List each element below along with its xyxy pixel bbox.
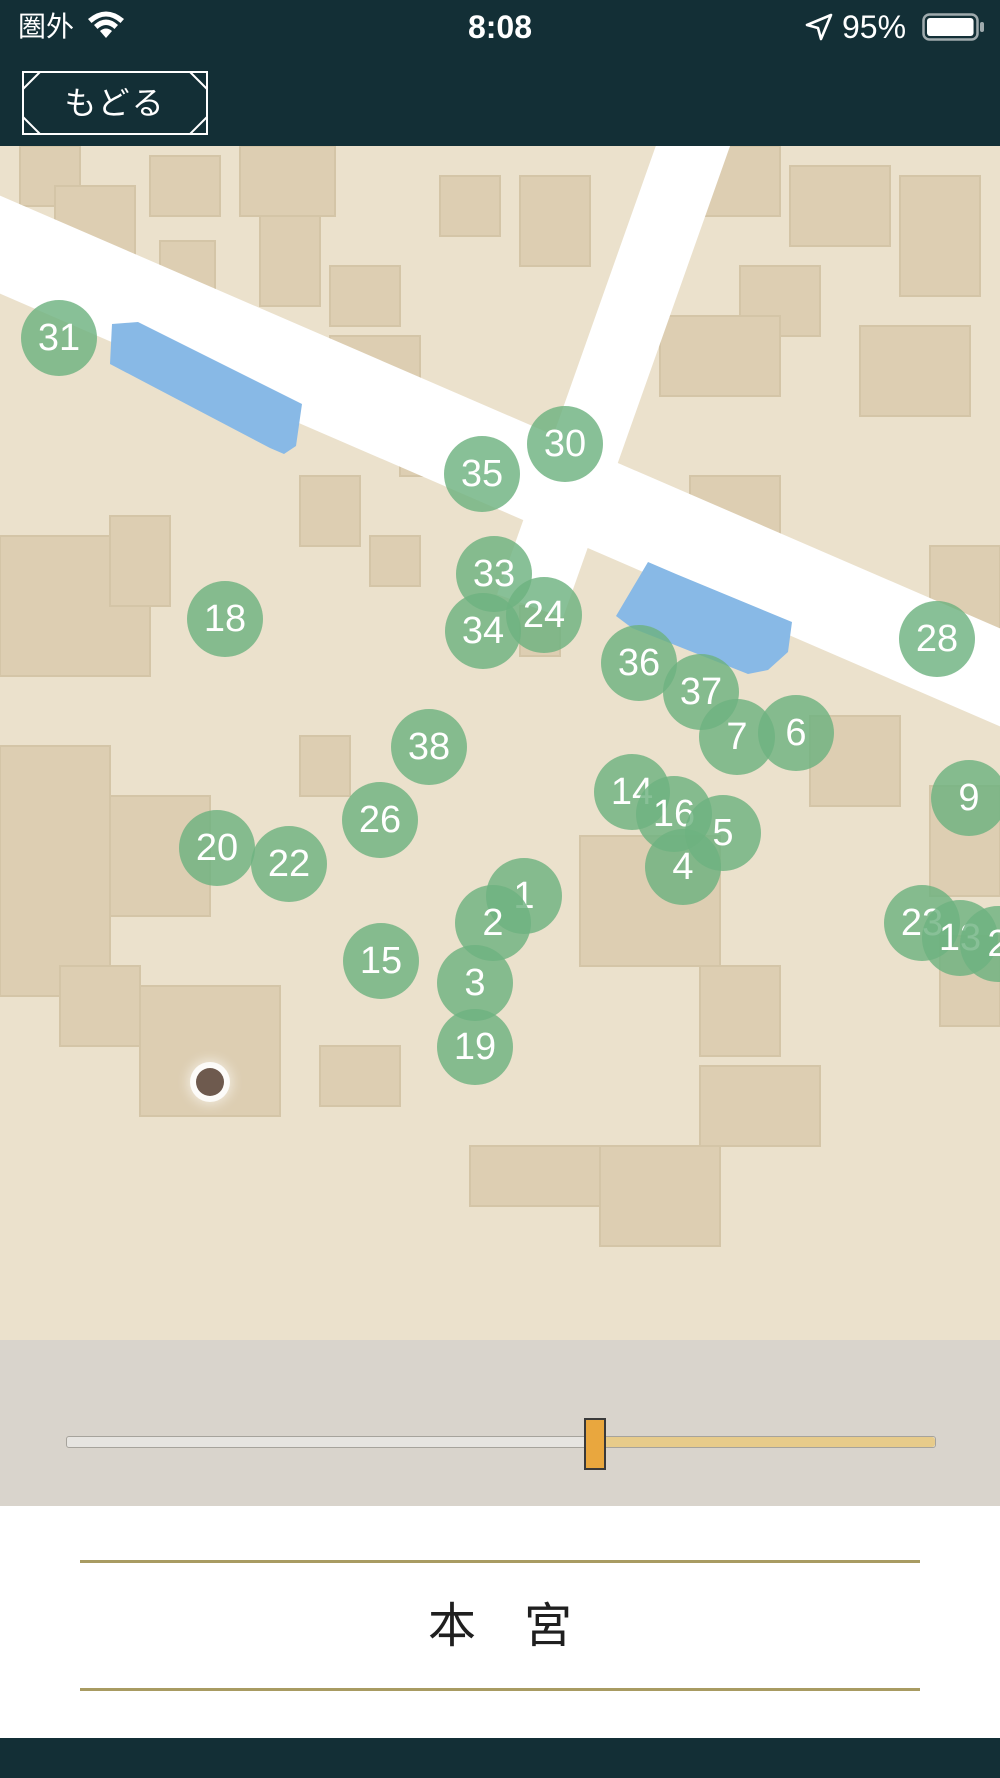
title-divider-top bbox=[80, 1560, 920, 1563]
map-marker-15[interactable]: 15 bbox=[343, 923, 419, 999]
precinct-map[interactable]: 31 30 35 33 18 34 24 28 36 37 7 6 38 14 … bbox=[0, 146, 1000, 1340]
title-divider-bottom bbox=[80, 1688, 920, 1691]
battery-icon bbox=[922, 13, 984, 41]
map-marker-24[interactable]: 24 bbox=[506, 577, 582, 653]
back-button-label: もどる bbox=[64, 84, 166, 122]
slider-fill bbox=[595, 1437, 935, 1447]
map-marker-28[interactable]: 28 bbox=[899, 601, 975, 677]
map-marker-31[interactable]: 31 bbox=[21, 300, 97, 376]
map-marker-20[interactable]: 20 bbox=[179, 810, 255, 886]
bottom-bar bbox=[0, 1738, 1000, 1778]
map-marker-4[interactable]: 4 bbox=[645, 829, 721, 905]
nav-bar: もどる bbox=[0, 54, 1000, 146]
map-marker-22[interactable]: 22 bbox=[251, 826, 327, 902]
slider-track[interactable] bbox=[66, 1436, 936, 1448]
current-location-dot bbox=[196, 1068, 224, 1096]
status-bar: 圏外 8:08 95% bbox=[0, 0, 1000, 54]
map-basemap bbox=[0, 146, 1000, 1247]
map-marker-6[interactable]: 6 bbox=[758, 695, 834, 771]
map-marker-19[interactable]: 19 bbox=[437, 1009, 513, 1085]
slider-thumb[interactable] bbox=[583, 1418, 606, 1470]
app-screen: 圏外 8:08 95% もどる 31 30 35 33 18 34 24 28 … bbox=[0, 0, 1000, 1778]
location-title: 本 宮 bbox=[427, 1598, 572, 1654]
location-title-section: 本 宮 bbox=[0, 1506, 1000, 1738]
battery-percent: 95% bbox=[842, 9, 907, 45]
map-marker-35[interactable]: 35 bbox=[444, 436, 520, 512]
map-marker-9[interactable]: 9 bbox=[931, 760, 1000, 836]
time-slider-panel bbox=[0, 1340, 1000, 1506]
map-marker-30[interactable]: 30 bbox=[527, 406, 603, 482]
location-arrow-icon bbox=[805, 13, 833, 41]
back-button[interactable]: もどる bbox=[22, 71, 208, 135]
map-marker-18[interactable]: 18 bbox=[187, 581, 263, 657]
map-marker-38[interactable]: 38 bbox=[391, 709, 467, 785]
map-marker-26[interactable]: 26 bbox=[342, 782, 418, 858]
